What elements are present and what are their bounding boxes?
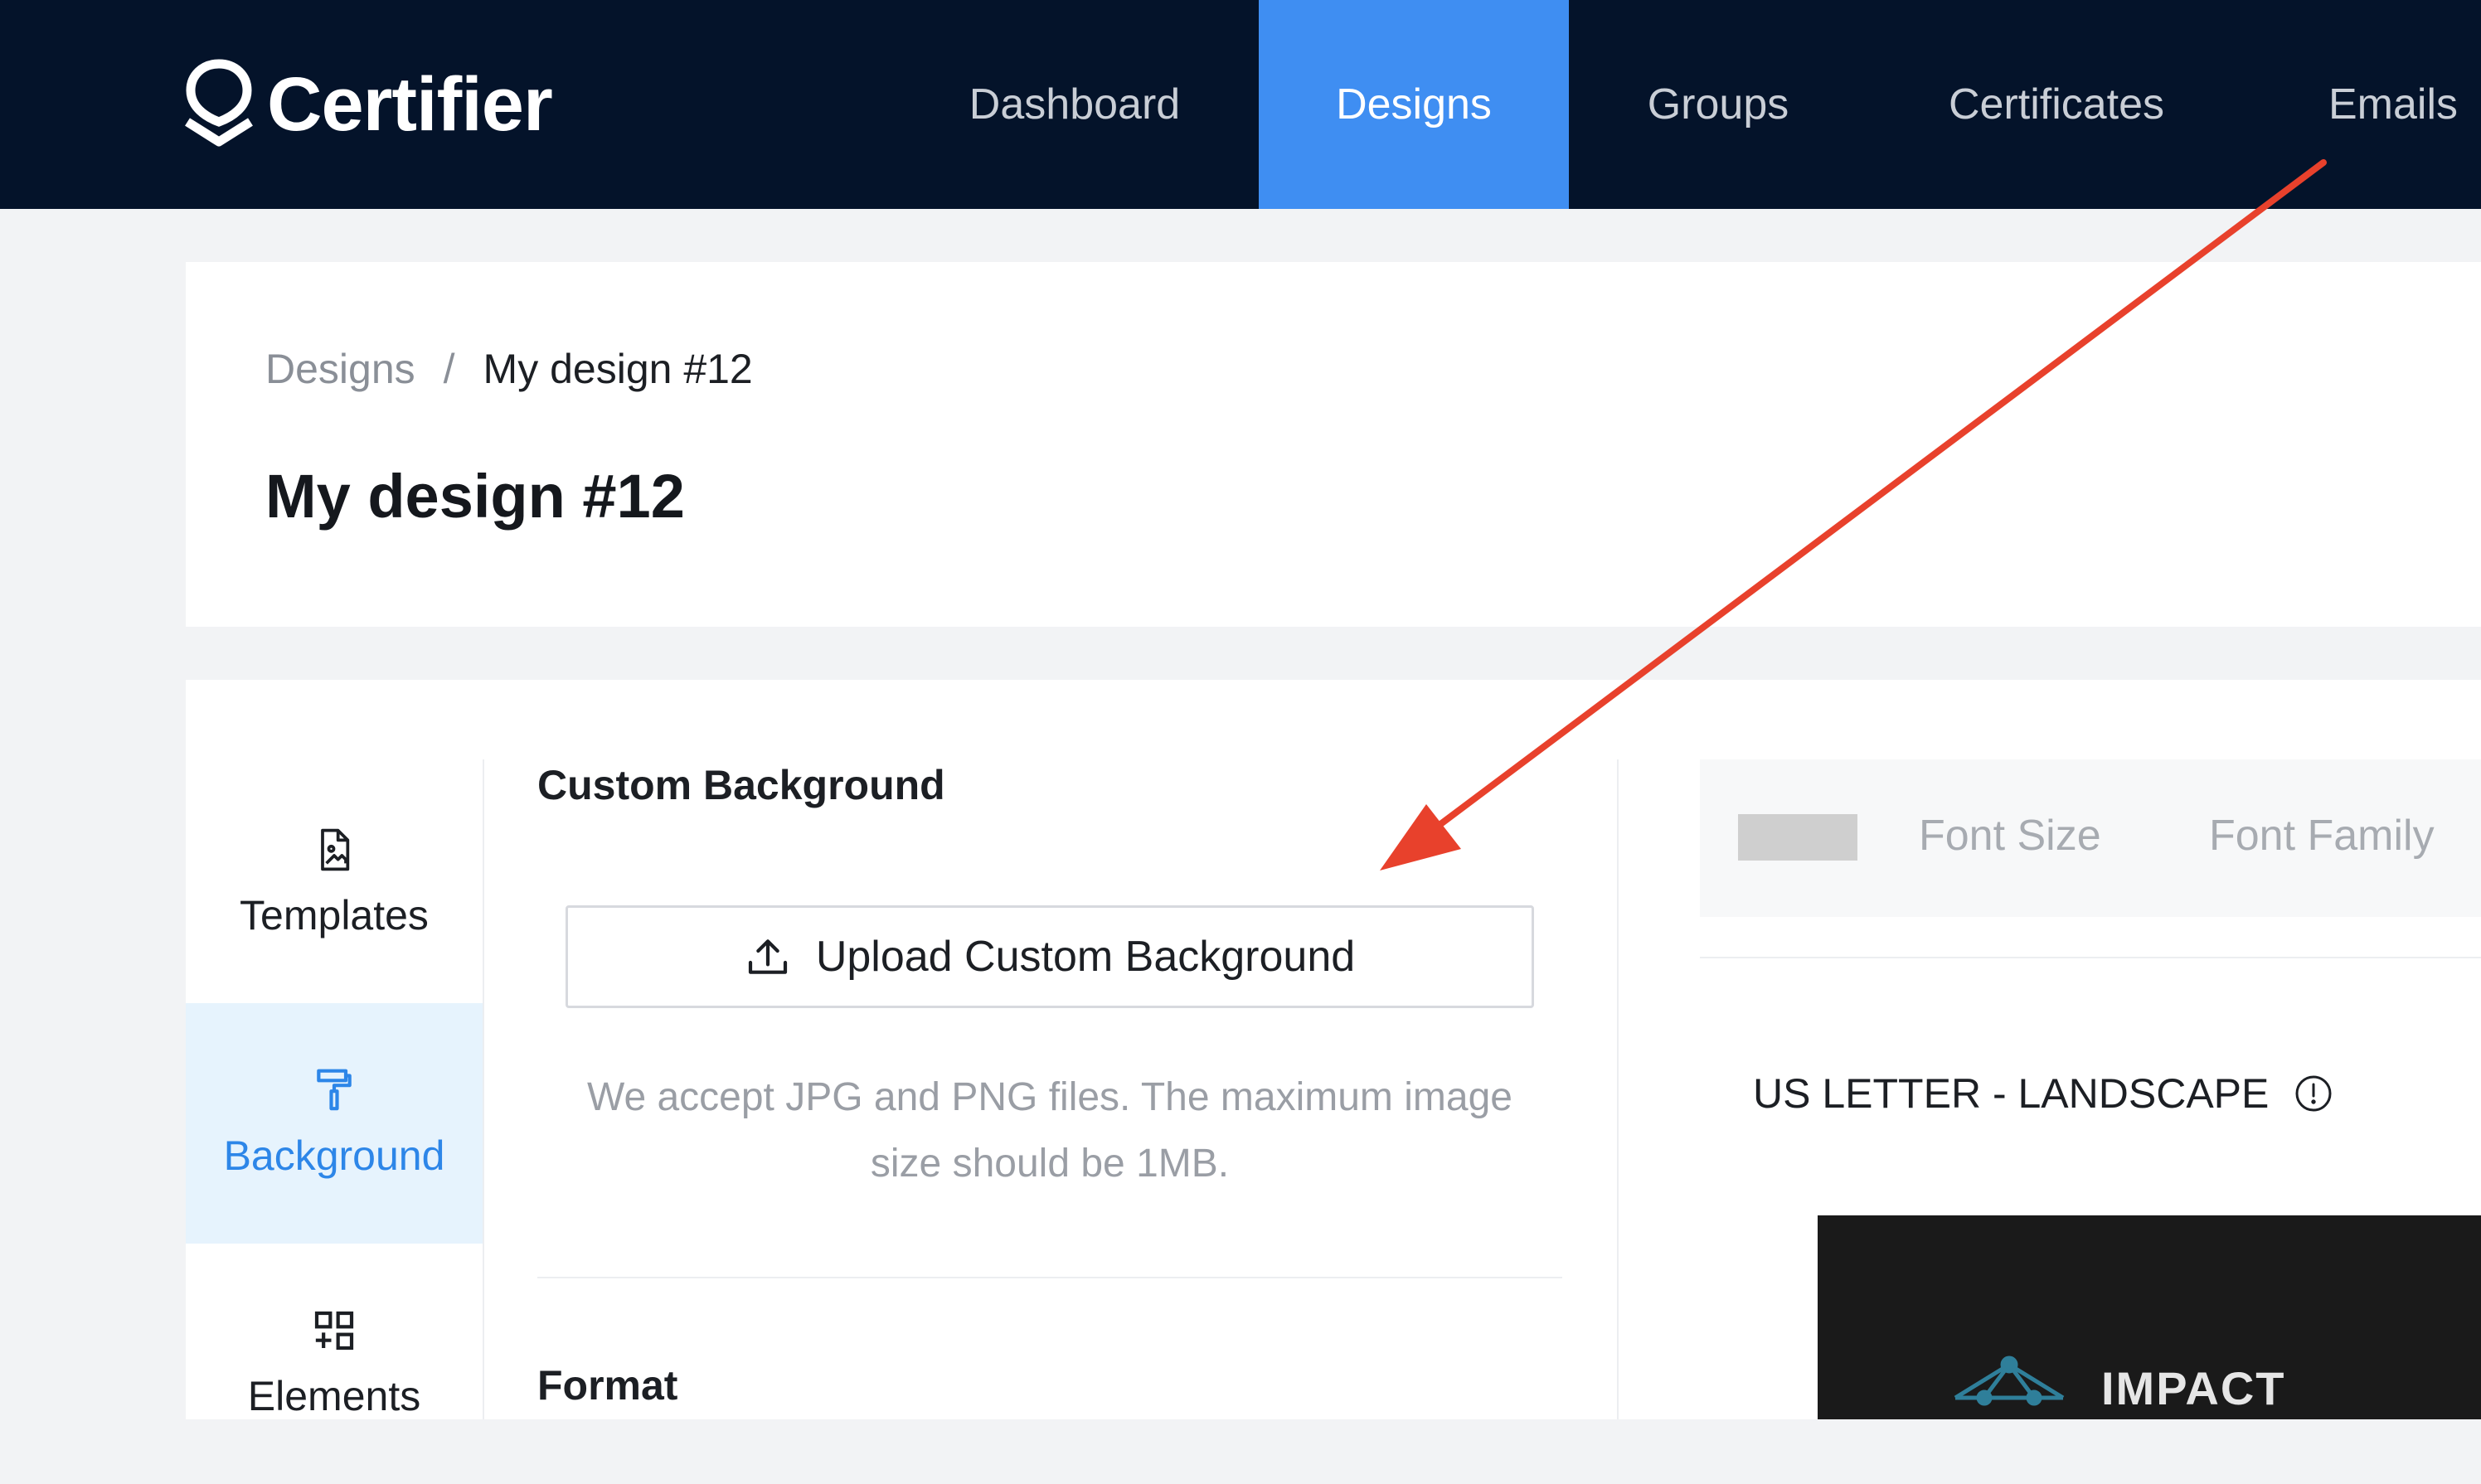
brand-name: Certifier xyxy=(267,61,553,147)
background-panel: Custom Background Upload Custom Backgrou… xyxy=(537,680,1582,1419)
sidebar-item-background[interactable]: Background xyxy=(186,1003,483,1244)
breadcrumb-separator: / xyxy=(443,346,455,392)
preview-title-text: IMPACT xyxy=(2101,1362,2286,1414)
breadcrumb: Designs / My design #12 xyxy=(265,345,753,393)
nav-dashboard[interactable]: Dashboard xyxy=(930,0,1219,209)
upload-button-label: Upload Custom Background xyxy=(815,933,1356,981)
font-size-control[interactable]: Font Size xyxy=(1919,811,2101,861)
canvas-format: US LETTER - LANDSCAPE xyxy=(1753,1069,2333,1118)
canvas-area: Font Size Font Family US LETTER - LANDSC… xyxy=(1700,759,2481,1419)
panel-divider xyxy=(537,1277,1562,1278)
column-divider xyxy=(1617,759,1619,1419)
nav-designs[interactable]: Designs xyxy=(1259,0,1569,209)
design-editor: Templates Background Elements Custom Bac… xyxy=(186,680,2481,1419)
info-icon[interactable] xyxy=(2294,1074,2333,1113)
shield-logo-icon xyxy=(185,59,253,147)
sidebar-item-templates[interactable]: Templates xyxy=(186,763,483,1003)
certificate-preview[interactable]: IMPACT xyxy=(1818,1215,2481,1419)
page-header: Designs / My design #12 My design #12 xyxy=(186,262,2481,627)
canvas-format-label: US LETTER - LANDSCAPE xyxy=(1753,1070,2270,1117)
font-family-control[interactable]: Font Family xyxy=(2209,811,2435,861)
editor-sidebar: Templates Background Elements xyxy=(186,680,483,1419)
custom-background-heading: Custom Background xyxy=(537,762,945,808)
file-image-icon xyxy=(321,828,350,871)
grid-plus-icon xyxy=(314,1311,354,1351)
top-navigation: Certifier Dashboard Designs Groups Certi… xyxy=(0,0,2481,209)
sidebar-item-label: Background xyxy=(223,1132,445,1179)
page-title: My design #12 xyxy=(265,462,685,531)
network-logo-icon xyxy=(1954,1355,2065,1406)
breadcrumb-designs-link[interactable]: Designs xyxy=(265,345,415,393)
nav-groups[interactable]: Groups xyxy=(1599,0,1838,209)
color-swatch[interactable] xyxy=(1738,814,1857,861)
certifier-logo[interactable]: Certifier xyxy=(184,55,553,154)
format-heading: Format xyxy=(537,1362,678,1409)
sidebar-item-elements[interactable]: Elements xyxy=(186,1244,483,1484)
sidebar-divider xyxy=(483,759,484,1419)
nav-certificates[interactable]: Certificates xyxy=(1907,0,2206,209)
sidebar-item-label: Templates xyxy=(240,892,429,938)
paint-roller-icon xyxy=(317,1069,352,1111)
upload-hint: We accept JPG and PNG files. The maximum… xyxy=(587,1075,1512,1186)
text-toolbar: Font Size Font Family xyxy=(1700,759,2481,917)
breadcrumb-current: My design #12 xyxy=(483,346,753,392)
upload-custom-background-button[interactable]: Upload Custom Background xyxy=(566,905,1534,1008)
toolbar-divider xyxy=(1700,957,2481,958)
nav-emails[interactable]: Emails xyxy=(2305,0,2481,209)
sidebar-item-label: Elements xyxy=(247,1373,421,1419)
upload-icon xyxy=(748,939,787,974)
